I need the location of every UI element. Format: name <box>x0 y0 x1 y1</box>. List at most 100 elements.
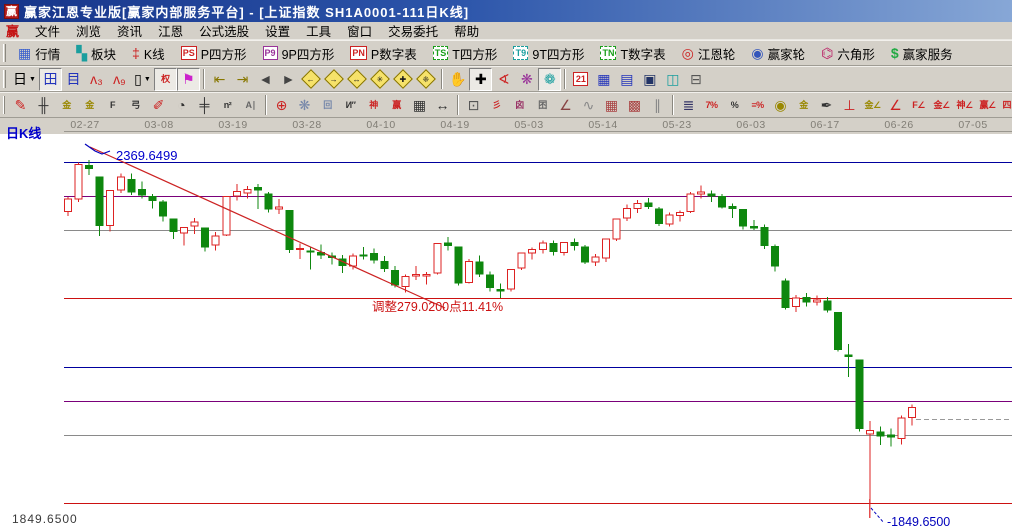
f-angle-tool-button[interactable]: F∠ <box>907 94 930 117</box>
square-spiral-tool-button[interactable]: 回 <box>316 94 339 117</box>
n-wave-tool-button[interactable]: И″ <box>339 94 362 117</box>
chart-pattern-button[interactable]: 田 <box>39 68 62 91</box>
print-button[interactable]: ⊟ <box>684 68 707 91</box>
save-button[interactable]: ▣ <box>638 68 661 91</box>
percent-lines-tool-button[interactable]: ≡% <box>746 94 769 117</box>
kline-chart-canvas[interactable]: 2369.6499调整279.0200点11.41%1849.6500-1849… <box>0 134 1012 528</box>
smart-analysis-button[interactable]: ❁ <box>538 68 561 91</box>
toolbar-grip[interactable] <box>3 44 6 62</box>
net-save-button[interactable]: ◫ <box>661 68 684 91</box>
gold-grid2-tool-button[interactable]: 金 <box>78 94 101 117</box>
winner-wheel-button[interactable]: ◉赢家轮 <box>743 41 813 65</box>
gold-angle-tool-button[interactable]: 金∠ <box>861 94 884 117</box>
grid-tool-button[interactable]: ╫ <box>32 94 55 117</box>
f-grid-tool-button[interactable]: F <box>101 94 124 117</box>
pen2-tool-button[interactable]: ✐ <box>147 94 170 117</box>
9t-square-button[interactable]: T99T四方形 <box>505 41 592 65</box>
candle-style-button[interactable]: ▯▼ <box>131 68 154 91</box>
menu-item-9[interactable]: 帮助 <box>446 20 487 41</box>
parallel-lines-tool-button[interactable]: ∥ <box>646 94 669 117</box>
fan-lines-tool-button[interactable]: 彡 <box>485 94 508 117</box>
red-grid2-tool-button[interactable]: ▩ <box>623 94 646 117</box>
pan-hand-button[interactable]: ✋ <box>446 68 469 91</box>
menu-item-1[interactable]: 浏览 <box>68 20 109 41</box>
seven-percent-tool-button[interactable]: 7% <box>700 94 723 117</box>
percent-tool-button[interactable]: % <box>723 94 746 117</box>
title-bar[interactable]: 赢 赢家江恩专业版[赢家内部服务平台] - [上证指数 SH1A0001-111… <box>0 0 1012 22</box>
next-bar-button[interactable]: ► <box>277 68 300 91</box>
calculator-button[interactable]: ▦ <box>592 68 615 91</box>
kline-button[interactable]: ‡K线 <box>124 41 173 65</box>
menu-item-3[interactable]: 江恩 <box>150 20 191 41</box>
goto-last-button[interactable]: ⇥ <box>231 68 254 91</box>
sectors-button[interactable]: ▚板块 <box>68 41 124 65</box>
angle-lines-tool-button[interactable]: ∠ <box>554 94 577 117</box>
fan-box-tool-button[interactable]: 囟 <box>508 94 531 117</box>
chart-area[interactable]: 日K线 2369.6499调整279.0200点11.41%1849.6500-… <box>0 134 1012 528</box>
menu-item-2[interactable]: 资讯 <box>109 20 150 41</box>
wave-3-button[interactable]: ʌ₃ <box>85 68 108 91</box>
span-measure-tool-button[interactable]: ↔ <box>431 94 454 117</box>
period-daily-button[interactable]: 日▼ <box>10 68 39 91</box>
gann-cycle-both-button[interactable]: ↔ <box>346 68 369 91</box>
9p-square-button[interactable]: P99P四方形 <box>255 41 343 65</box>
zigzag-tool-button[interactable]: ∿ <box>577 94 600 117</box>
level-mark-tool-button[interactable]: ⊥ <box>838 94 861 117</box>
notes-button[interactable]: ▤ <box>615 68 638 91</box>
toolbar-grip[interactable] <box>3 96 5 114</box>
shen-angle-tool-button[interactable]: 神∠ <box>953 94 976 117</box>
gann-star-button[interactable]: ✳ <box>369 68 392 91</box>
wheel-tool-button[interactable]: ❋ <box>293 94 316 117</box>
box-frame-tool-button[interactable]: ⊡ <box>462 94 485 117</box>
price-scale-tool-button[interactable]: ≣ <box>677 94 700 117</box>
j-angle-tool-button[interactable]: ∠ <box>884 94 907 117</box>
menu-item-7[interactable]: 窗口 <box>339 20 380 41</box>
gann-radial-button[interactable]: ❈ <box>415 68 438 91</box>
wave-9-button[interactable]: ʌ₉ <box>108 68 131 91</box>
goto-first-button[interactable]: ⇤ <box>208 68 231 91</box>
n-square-tool-button[interactable]: n² <box>216 94 239 117</box>
gann-cycle-left-button[interactable]: ← <box>300 68 323 91</box>
price-grid-123-tool-button[interactable]: ▦ <box>408 94 431 117</box>
ying-tool-button[interactable]: 赢 <box>385 94 408 117</box>
p-square-button[interactable]: PSP四方形 <box>173 41 255 65</box>
gold-lines-tool-button[interactable]: 金 <box>792 94 815 117</box>
angle-measure-button[interactable]: ∢ <box>492 68 515 91</box>
ink-pen-tool-button[interactable]: ✒ <box>815 94 838 117</box>
red-grid-tool-button[interactable]: ▦ <box>600 94 623 117</box>
gann-wheel-button[interactable]: ◎江恩轮 <box>674 41 744 65</box>
gann-cycle-right-button[interactable]: → <box>323 68 346 91</box>
t-square-button[interactable]: TST四方形 <box>425 41 506 65</box>
circle-cross-tool-button[interactable]: ⊕ <box>270 94 293 117</box>
crosshair-button[interactable]: ✚ <box>469 68 492 91</box>
info-view-button[interactable]: 目 <box>62 68 85 91</box>
hexagon-button[interactable]: ⌬六角形 <box>813 41 883 65</box>
menu-item-6[interactable]: 工具 <box>298 20 339 41</box>
gold-circle-tool-button[interactable]: ◉ <box>769 94 792 117</box>
time-clock-tool-button[interactable]: ◔ <box>170 94 193 117</box>
grid2-tool-button[interactable]: ╪ <box>193 94 216 117</box>
gann-shape-button[interactable]: ❋ <box>515 68 538 91</box>
quotes-button[interactable]: ▦行情 <box>10 41 68 65</box>
report-flag-button[interactable]: ⚑ <box>177 68 200 91</box>
winner-service-button[interactable]: $赢家服务 <box>883 41 961 65</box>
shen-tool-button[interactable]: 神 <box>362 94 385 117</box>
menu-item-5[interactable]: 设置 <box>257 20 298 41</box>
pen-tool-button[interactable]: ✎ <box>9 94 32 117</box>
t-number-table-button[interactable]: TNT数字表 <box>592 41 673 65</box>
gann-cross-button[interactable]: ✚ <box>392 68 415 91</box>
prev-bar-button[interactable]: ◄ <box>254 68 277 91</box>
four-angle-tool-button[interactable]: 四∠ <box>999 94 1012 117</box>
menu-item-0[interactable]: 文件 <box>27 20 68 41</box>
p-number-table-button[interactable]: PNP数字表 <box>342 41 424 65</box>
gold-grid-tool-button[interactable]: 金 <box>55 94 78 117</box>
rights-adjust-button[interactable]: 权 <box>154 68 177 91</box>
menu-item-8[interactable]: 交易委托 <box>380 20 446 41</box>
fan-box2-tool-button[interactable]: 囨 <box>531 94 554 117</box>
menu-item-4[interactable]: 公式选股 <box>191 20 257 41</box>
bow-grid-tool-button[interactable]: 弓 <box>124 94 147 117</box>
ying-angle-tool-button[interactable]: 赢∠ <box>976 94 999 117</box>
calendar-button[interactable]: 21 <box>569 68 592 91</box>
angle-a-tool-button[interactable]: A∣ <box>239 94 262 117</box>
gold-gann-angle-tool-button[interactable]: 金∠ <box>930 94 953 117</box>
